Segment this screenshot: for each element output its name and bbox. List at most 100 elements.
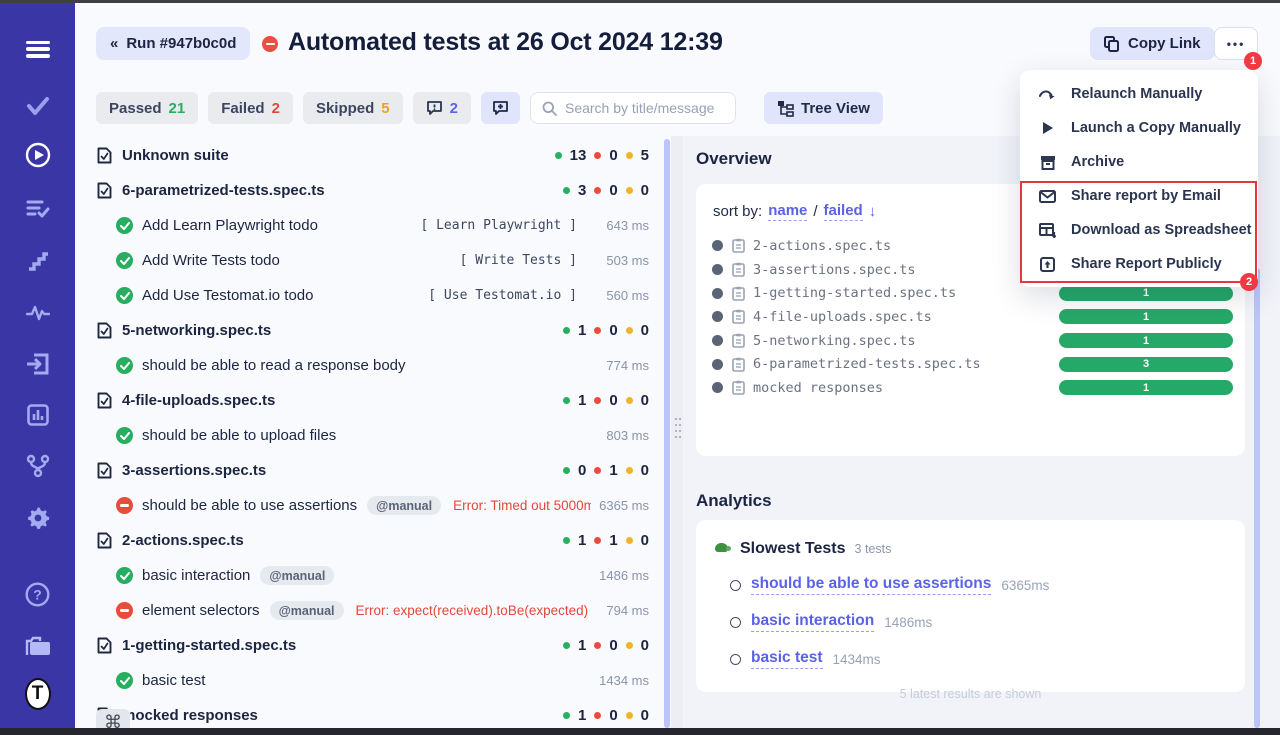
copy-link-button[interactable]: Copy Link bbox=[1090, 27, 1215, 60]
clipboard-icon bbox=[732, 309, 745, 324]
annotation-badge-1: 1 bbox=[1244, 52, 1262, 70]
bullet-icon bbox=[712, 359, 723, 370]
overview-file-name: 1-getting-started.spec.ts bbox=[753, 285, 956, 301]
test-title: should be able to use assertions bbox=[142, 497, 357, 514]
overview-file-name: mocked responses bbox=[753, 380, 883, 396]
menu-item-download-spreadsheet[interactable]: Download as Spreadsheet bbox=[1020, 213, 1258, 247]
test-row[interactable]: Add Write Tests todo [ Write Tests ]503 … bbox=[75, 243, 663, 278]
test-row[interactable]: should be able to read a response body 7… bbox=[75, 348, 663, 383]
relaunch-icon bbox=[1039, 86, 1056, 103]
slow-test-link[interactable]: basic interaction bbox=[751, 612, 874, 632]
add-comment-button[interactable] bbox=[481, 92, 520, 124]
menu-item-label: Download as Spreadsheet bbox=[1071, 222, 1252, 238]
test-duration: 803 ms bbox=[591, 428, 649, 443]
test-row[interactable]: Add Use Testomat.io todo [ Use Testomat.… bbox=[75, 278, 663, 313]
failed-label: Failed bbox=[221, 100, 264, 117]
overview-row[interactable]: 4-file-uploads.spec.ts 1 bbox=[696, 305, 1245, 329]
sign-in-icon[interactable] bbox=[25, 351, 51, 377]
help-icon[interactable]: ? bbox=[25, 581, 51, 607]
slow-test-item: should be able to use assertions 6365ms bbox=[713, 575, 1228, 595]
overview-row[interactable]: mocked responses 1 bbox=[696, 376, 1245, 400]
overview-title: Overview bbox=[696, 149, 772, 169]
back-to-run-button[interactable]: « Run #947b0c0d bbox=[96, 27, 250, 60]
sort-direction-arrow[interactable]: ↓ bbox=[869, 203, 877, 220]
page-title: Automated tests at 26 Oct 2024 12:39 bbox=[288, 28, 723, 57]
test-title: basic test bbox=[142, 672, 205, 689]
overview-row[interactable]: 6-parametrized-tests.spec.ts 3 bbox=[696, 352, 1245, 376]
test-row[interactable]: should be able to upload files 803 ms bbox=[75, 418, 663, 453]
test-title: should be able to upload files bbox=[142, 427, 336, 444]
filter-passed[interactable]: Passed 21 bbox=[96, 92, 198, 124]
play-circle-icon[interactable] bbox=[25, 142, 51, 168]
overview-file-name: 5-networking.spec.ts bbox=[753, 333, 916, 349]
menu-item-label: Share report by Email bbox=[1071, 188, 1221, 204]
search-input[interactable] bbox=[565, 100, 724, 116]
sort-by-failed-link[interactable]: failed bbox=[824, 202, 863, 221]
tree-view-label: Tree View bbox=[801, 100, 870, 117]
suite-file-icon bbox=[96, 462, 113, 480]
spreadsheet-icon bbox=[1039, 222, 1056, 239]
suite-row[interactable]: 5-networking.spec.ts 100 bbox=[75, 313, 663, 348]
menu-icon[interactable] bbox=[25, 36, 51, 62]
run-list-icon[interactable] bbox=[25, 196, 51, 222]
suite-row[interactable]: Unknown suite 1305 bbox=[75, 138, 663, 173]
folder-icon[interactable] bbox=[25, 633, 51, 659]
menu-item-relaunch[interactable]: Relaunch Manually bbox=[1020, 77, 1258, 111]
suite-counts: 010 bbox=[563, 462, 649, 479]
test-tag: [ Write Tests ] bbox=[460, 253, 577, 268]
slow-test-link[interactable]: should be able to use assertions bbox=[751, 575, 991, 595]
run-failed-status-icon bbox=[262, 36, 278, 52]
sort-by-name-link[interactable]: name bbox=[768, 202, 807, 221]
latest-results-note: 5 latest results are shown bbox=[713, 687, 1228, 701]
pulse-icon[interactable] bbox=[25, 300, 51, 326]
bullet-icon bbox=[712, 335, 723, 346]
archive-icon bbox=[1039, 154, 1056, 171]
testomat-logo[interactable]: T bbox=[25, 681, 51, 707]
tree-view-button[interactable]: Tree View bbox=[764, 92, 883, 124]
steps-icon[interactable] bbox=[25, 248, 51, 274]
skipped-label: Skipped bbox=[316, 100, 374, 117]
filter-skipped[interactable]: Skipped 5 bbox=[303, 92, 403, 124]
overview-row[interactable]: 5-networking.spec.ts 1 bbox=[696, 329, 1245, 353]
slow-test-time: 1434ms bbox=[833, 652, 881, 667]
suite-title: Unknown suite bbox=[122, 147, 229, 164]
right-panel-scrollbar[interactable] bbox=[1254, 268, 1260, 728]
branch-icon[interactable] bbox=[25, 453, 51, 479]
test-row[interactable]: basic test 1434 ms bbox=[75, 663, 663, 698]
filter-failed[interactable]: Failed 2 bbox=[208, 92, 293, 124]
comments-filter-button[interactable]: 2 bbox=[413, 92, 471, 124]
menu-item-archive[interactable]: Archive bbox=[1020, 145, 1258, 179]
menu-item-label: Share Report Publicly bbox=[1071, 256, 1222, 272]
suite-row[interactable]: 6-parametrized-tests.spec.ts 300 bbox=[75, 173, 663, 208]
test-row[interactable]: should be able to use assertions @manual… bbox=[75, 488, 663, 523]
test-row[interactable]: element selectors @manual Error: expect(… bbox=[75, 593, 663, 628]
suite-row[interactable]: 2-actions.spec.ts 110 bbox=[75, 523, 663, 558]
suite-title: 5-networking.spec.ts bbox=[122, 322, 271, 339]
search-icon bbox=[542, 101, 557, 116]
slow-test-item: basic interaction 1486ms bbox=[713, 612, 1228, 632]
test-list-scrollbar[interactable] bbox=[664, 139, 670, 728]
test-row[interactable]: Add Learn Playwright todo [ Learn Playwr… bbox=[75, 208, 663, 243]
suite-counts: 100 bbox=[563, 322, 649, 339]
check-icon[interactable] bbox=[25, 93, 51, 119]
suite-row[interactable]: 4-file-uploads.spec.ts 100 bbox=[75, 383, 663, 418]
menu-item-share-publicly[interactable]: Share Report Publicly bbox=[1020, 247, 1258, 281]
suite-file-icon bbox=[96, 147, 113, 165]
bar-chart-icon[interactable] bbox=[25, 402, 51, 428]
suite-row[interactable]: 1-getting-started.spec.ts 100 bbox=[75, 628, 663, 663]
suite-row[interactable]: 3-assertions.spec.ts 010 bbox=[75, 453, 663, 488]
test-row[interactable]: basic interaction @manual 1486 ms bbox=[75, 558, 663, 593]
comment-icon bbox=[426, 100, 443, 116]
test-title: Add Use Testomat.io todo bbox=[142, 287, 314, 304]
divider-drag-handle[interactable] bbox=[675, 418, 677, 420]
menu-item-launch-copy[interactable]: Launch a Copy Manually bbox=[1020, 111, 1258, 145]
analytics-title: Analytics bbox=[696, 491, 772, 511]
ellipsis-icon: ••• bbox=[1227, 37, 1246, 51]
slowest-tests-title: Slowest Tests bbox=[740, 540, 846, 558]
test-tag: [ Use Testomat.io ] bbox=[428, 288, 577, 303]
menu-item-share-email[interactable]: Share report by Email bbox=[1020, 179, 1258, 213]
suite-counts: 300 bbox=[563, 182, 649, 199]
slow-test-link[interactable]: basic test bbox=[751, 649, 823, 669]
gear-icon[interactable] bbox=[25, 505, 51, 531]
suite-title: 6-parametrized-tests.spec.ts bbox=[122, 182, 325, 199]
